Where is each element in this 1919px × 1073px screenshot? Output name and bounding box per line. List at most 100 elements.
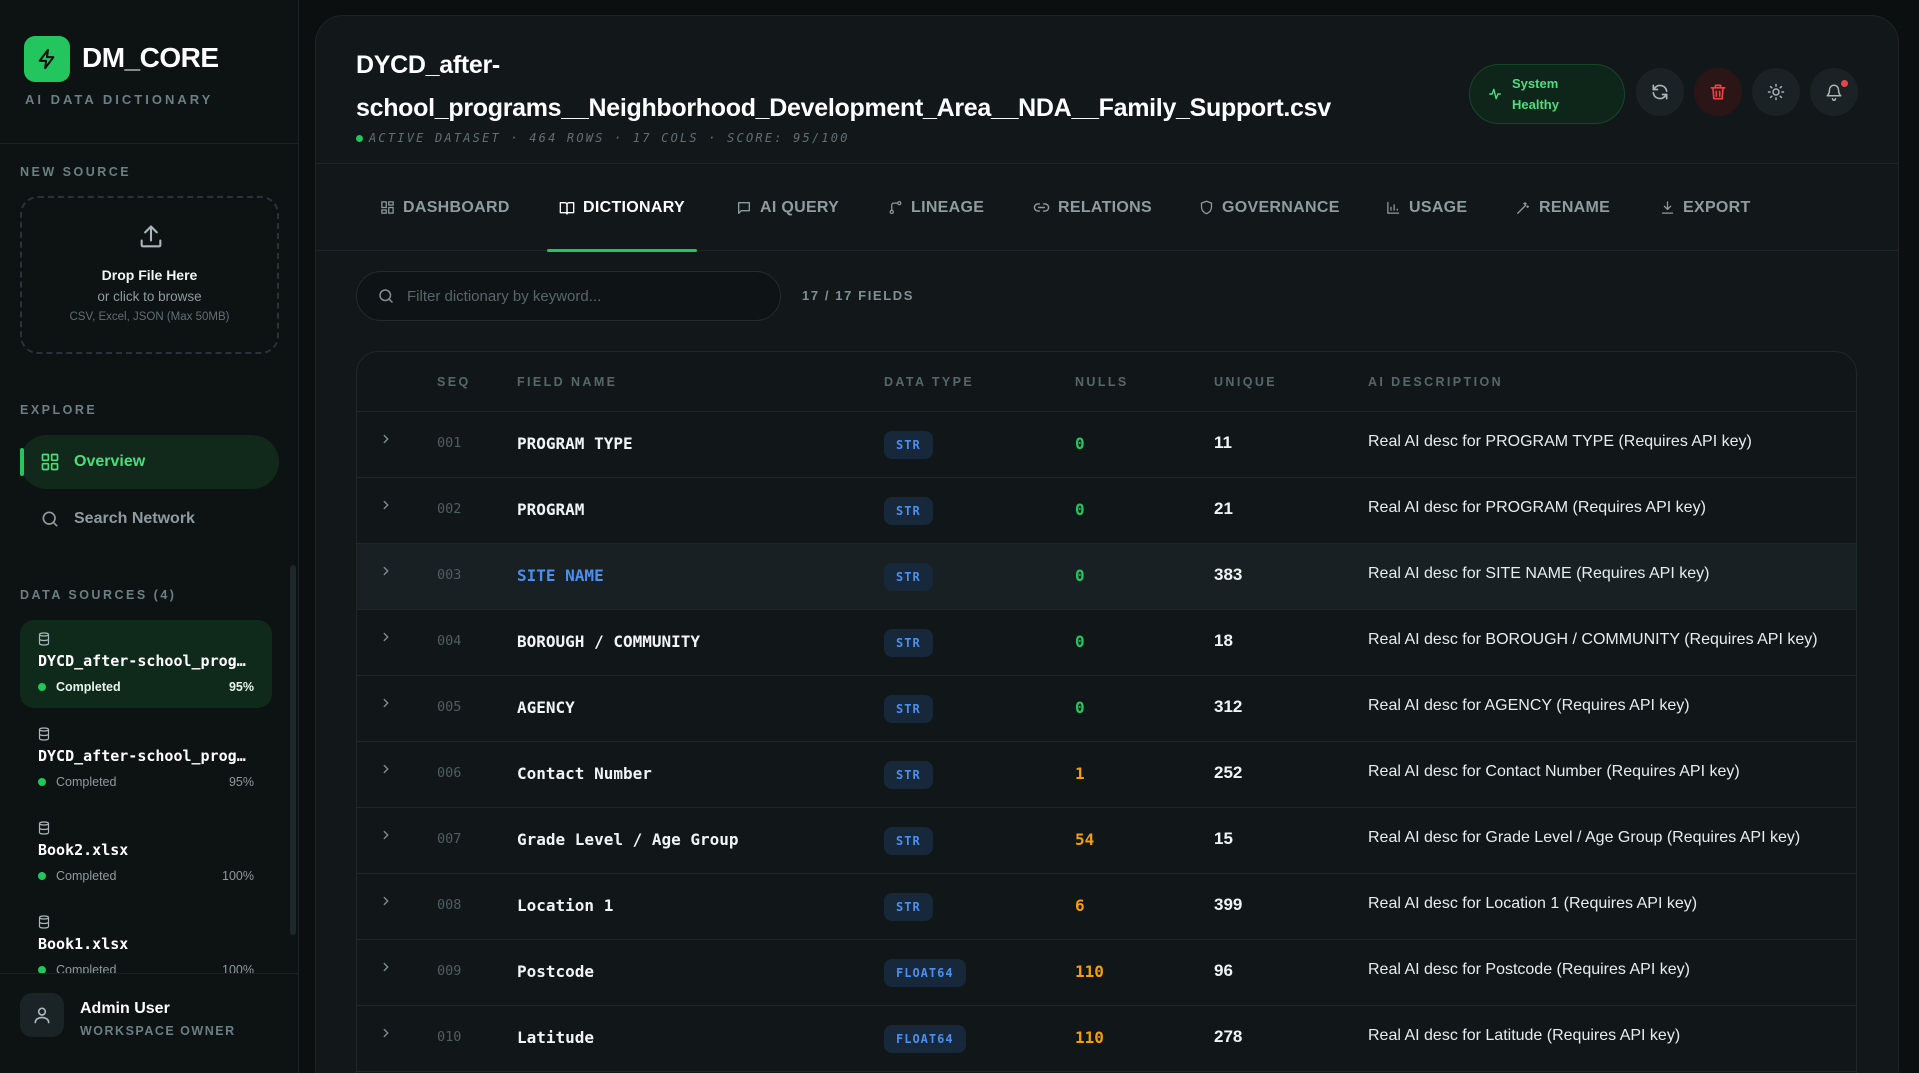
chevron-right-icon[interactable]	[379, 894, 393, 913]
theme-toggle-button[interactable]	[1752, 68, 1800, 116]
dictionary-search[interactable]	[356, 271, 781, 321]
row-unique: 252	[1214, 763, 1243, 782]
book-icon	[559, 201, 575, 215]
trash-icon	[1710, 84, 1726, 100]
brand-title: DM_CORE	[82, 42, 219, 73]
nav-overview[interactable]: Overview	[20, 435, 279, 489]
source-name: Book2.xlsx	[38, 841, 129, 859]
user-profile[interactable]: Admin User WORKSPACE OWNER	[0, 973, 299, 1073]
dictionary-search-input[interactable]	[407, 287, 757, 305]
dataset-title: DYCD_after-school_programs__Neighborhood…	[356, 51, 1331, 122]
dropzone-hint: CSV, Excel, JSON (Max 50MB)	[69, 311, 230, 323]
row-seq: 006	[437, 765, 462, 781]
refresh-button[interactable]	[1636, 68, 1684, 116]
shield-icon	[1200, 200, 1213, 215]
source-status: Completed	[56, 775, 117, 789]
header-data-type: DATA TYPE	[884, 375, 975, 389]
bolt-icon	[24, 36, 70, 82]
explore-label: EXPLORE	[20, 403, 98, 417]
source-name: DYCD_after-school_programs__Neighborhood…	[38, 652, 254, 670]
header-unique: UNIQUE	[1214, 375, 1278, 389]
table-row[interactable]: 006 Contact Number STR 1 252 Real AI desc for…	[357, 742, 1856, 808]
chevron-right-icon[interactable]	[379, 498, 393, 517]
table-row[interactable]: 003 SITE NAME STR 0 383 Real AI desc for SITE…	[357, 544, 1856, 610]
row-ai-description: Real AI desc for BOROUGH / COMMUNITY (Re…	[1368, 631, 1818, 648]
row-seq: 007	[437, 831, 462, 847]
row-field-name: SITE NAME	[517, 566, 604, 585]
tab-export[interactable]: EXPORT	[1660, 164, 1751, 251]
source-item[interactable]: Book1.xlsx Completed 100%	[20, 903, 272, 974]
dashboard-icon	[381, 201, 394, 214]
refresh-icon	[1652, 84, 1668, 100]
dropzone-title: Drop File Here	[101, 267, 198, 283]
divider	[0, 143, 299, 144]
database-icon	[38, 727, 254, 741]
tab-dictionary[interactable]: DICTIONARY	[547, 164, 697, 252]
table-row[interactable]: 001 PROGRAM TYPE STR 0 11 Real AI desc for PR…	[357, 412, 1856, 478]
sidebar-scrollbar[interactable]	[290, 565, 296, 935]
row-field-name: Grade Level / Age Group	[517, 830, 739, 849]
row-unique: 18	[1214, 631, 1233, 650]
row-field-name: Contact Number	[517, 764, 652, 783]
chevron-right-icon[interactable]	[379, 630, 393, 649]
row-unique: 399	[1214, 895, 1243, 914]
data-sources-list: DYCD_after-school_programs__Neighborhood…	[20, 620, 272, 974]
delete-button[interactable]	[1694, 68, 1742, 116]
nav-search-network[interactable]: Search Network	[20, 492, 279, 546]
database-icon	[38, 915, 254, 929]
tab-usage-label: USAGE	[1409, 198, 1468, 216]
bell-icon	[1826, 84, 1842, 101]
chevron-right-icon[interactable]	[379, 828, 393, 847]
table-row[interactable]: 005 AGENCY STR 0 312 Real AI desc for AGENCY …	[357, 676, 1856, 742]
row-unique: 11	[1214, 433, 1232, 452]
row-ai-description: Real AI desc for SITE NAME (Requires API…	[1368, 565, 1710, 582]
tab-rename[interactable]: RENAME	[1515, 164, 1610, 251]
tab-usage[interactable]: USAGE	[1386, 164, 1467, 251]
tab-ai-query-label: AI QUERY	[760, 198, 840, 216]
dropzone-subtitle: or click to browse	[97, 289, 202, 304]
chevron-right-icon[interactable]	[379, 1026, 393, 1045]
chevron-right-icon[interactable]	[379, 432, 393, 451]
chevron-right-icon[interactable]	[379, 696, 393, 715]
row-seq: 001	[437, 435, 462, 451]
notifications-button[interactable]	[1810, 68, 1858, 116]
tab-dashboard[interactable]: DASHBOARD	[380, 164, 510, 251]
row-seq: 005	[437, 699, 462, 715]
data-type-badge: STR	[884, 497, 933, 525]
row-ai-description: Real AI desc for Latitude (Requires API …	[1368, 1027, 1681, 1044]
source-status: Completed	[56, 680, 121, 694]
row-nulls: 0	[1075, 698, 1085, 717]
file-dropzone[interactable]: Drop File Here or click to browse CSV, E…	[20, 196, 279, 354]
tab-lineage[interactable]: LINEAGE	[888, 164, 984, 251]
link-icon	[1033, 203, 1050, 212]
data-type-badge: STR	[884, 629, 933, 657]
tab-governance[interactable]: GOVERNANCE	[1199, 164, 1340, 251]
table-row[interactable]: 009 Postcode FLOAT64 110 96 Real AI desc for …	[357, 940, 1856, 1006]
source-item[interactable]: DYCD_after-school_programs__Neighborhood…	[20, 715, 272, 803]
table-header: SEQ FIELD NAME DATA TYPE NULLS UNIQUE AI…	[357, 352, 1856, 412]
source-percent: 95%	[228, 680, 254, 694]
chevron-right-icon[interactable]	[379, 762, 393, 781]
row-nulls: 0	[1075, 500, 1085, 519]
row-nulls: 54	[1075, 830, 1095, 849]
bar-chart-icon	[1387, 201, 1400, 214]
source-item[interactable]: Book2.xlsx Completed 100%	[20, 809, 272, 897]
chat-icon	[738, 201, 750, 214]
tab-relations[interactable]: RELATIONS	[1033, 164, 1152, 251]
row-nulls: 6	[1075, 896, 1085, 915]
download-icon	[1661, 201, 1674, 214]
table-row[interactable]: 007 Grade Level / Age Group STR 54 15 Real AI…	[357, 808, 1856, 874]
source-item[interactable]: DYCD_after-school_programs__Neighborhood…	[20, 620, 272, 708]
search-icon	[40, 509, 60, 529]
system-health-text: System Healthy	[1512, 76, 1559, 112]
table-row[interactable]: 002 PROGRAM STR 0 21 Real AI desc for PROGRAM…	[357, 478, 1856, 544]
table-row[interactable]: 008 Location 1 STR 6 399 Real AI desc for Loc…	[357, 874, 1856, 940]
data-type-badge: STR	[884, 431, 933, 459]
row-unique: 21	[1214, 499, 1233, 518]
table-row[interactable]: 004 BOROUGH / COMMUNITY STR 0 18 Real AI desc…	[357, 610, 1856, 676]
tab-ai-query[interactable]: AI QUERY	[736, 164, 839, 251]
chevron-right-icon[interactable]	[379, 960, 393, 979]
header-seq: SEQ	[437, 375, 471, 389]
table-row[interactable]: 010 Latitude FLOAT64 110 278 Real AI desc for…	[357, 1006, 1856, 1072]
chevron-right-icon[interactable]	[379, 564, 393, 583]
